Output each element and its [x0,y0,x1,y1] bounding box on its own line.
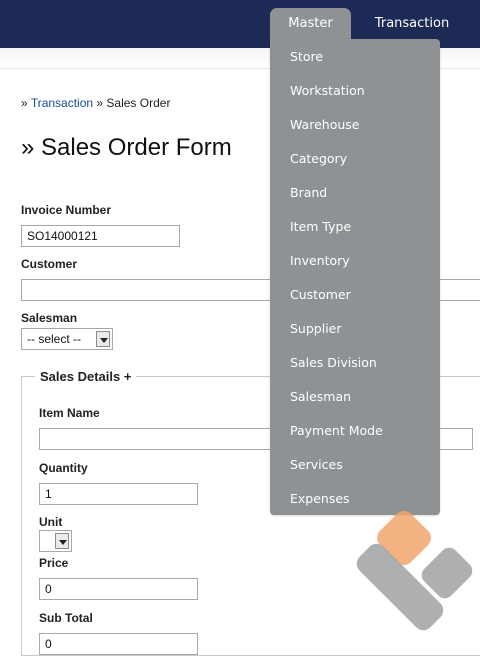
salesman-label: Salesman [21,311,78,325]
breadcrumb: » Transaction » Sales Order [21,96,170,110]
menu-item-salesman[interactable]: Salesman [290,389,351,404]
menu-item-category[interactable]: Category [290,151,347,166]
menu-item-supplier[interactable]: Supplier [290,321,342,336]
menu-item-payment-mode[interactable]: Payment Mode [290,423,383,438]
nav-transaction-tab[interactable]: Transaction [362,8,462,42]
sales-details-legend[interactable]: Sales Details + [35,369,137,384]
invoice-number-field[interactable] [21,225,180,247]
menu-item-expenses[interactable]: Expenses [290,491,350,506]
breadcrumb-separator: » [21,96,28,110]
menu-item-services[interactable]: Services [290,457,343,472]
quantity-field[interactable] [39,483,198,505]
master-dropdown-menu: Store Workstation Warehouse Category Bra… [270,39,440,515]
breadcrumb-link-transaction[interactable]: Transaction [31,96,93,110]
price-label: Price [39,556,69,570]
menu-item-inventory[interactable]: Inventory [290,253,350,268]
breadcrumb-current: » Sales Order [96,96,171,110]
item-name-label: Item Name [39,406,100,420]
menu-item-item-type[interactable]: Item Type [290,219,351,234]
chevron-down-icon[interactable] [96,331,110,347]
invoice-number-label: Invoice Number [21,203,112,217]
salesman-select[interactable]: -- select -- [21,328,113,350]
page-title: » Sales Order Form [21,134,232,161]
menu-item-warehouse[interactable]: Warehouse [290,117,359,132]
nav-master-tab[interactable]: Master [270,8,351,42]
menu-item-brand[interactable]: Brand [290,185,327,200]
customer-label: Customer [21,257,78,271]
salesman-selected-value: -- select -- [27,332,81,346]
price-field[interactable] [39,578,198,600]
subtotal-label: Sub Total [39,611,93,625]
subtotal-field[interactable] [39,633,198,655]
chevron-down-icon[interactable] [55,533,69,549]
unit-select[interactable] [39,530,72,552]
unit-label: Unit [39,515,63,529]
menu-item-store[interactable]: Store [290,49,323,64]
quantity-label: Quantity [39,461,88,475]
decorative-logo-icon [356,511,473,631]
menu-item-sales-division[interactable]: Sales Division [290,355,377,370]
menu-item-customer[interactable]: Customer [290,287,351,302]
menu-item-workstation[interactable]: Workstation [290,83,365,98]
